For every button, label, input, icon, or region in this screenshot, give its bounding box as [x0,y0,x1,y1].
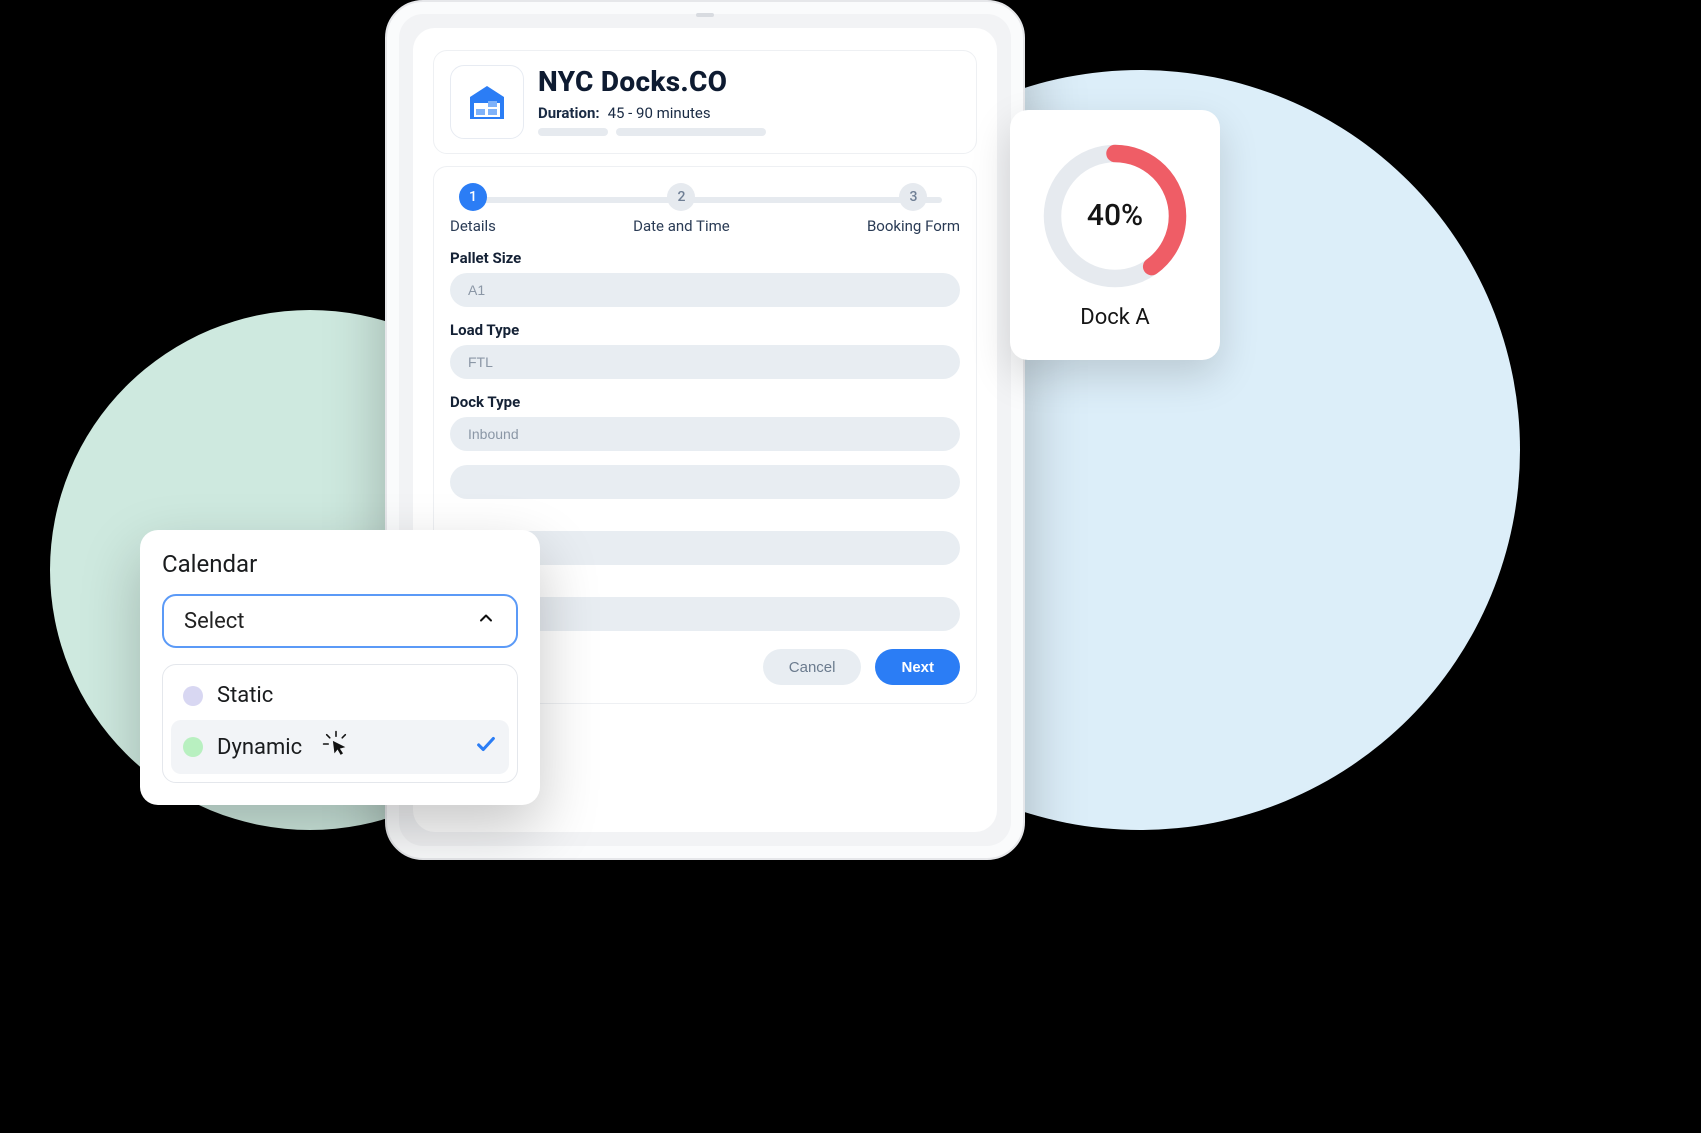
calendar-option-dynamic[interactable]: Dynamic [171,720,509,774]
cursor-click-icon [322,730,350,764]
option-label: Dynamic [217,735,302,760]
placeholder-bar [538,128,608,136]
step-number: 2 [667,183,695,211]
step-label: Booking Form [867,217,960,235]
placeholder-input [450,465,960,499]
step-number: 3 [899,183,927,211]
step-booking-form[interactable]: 3 Booking Form [867,183,960,235]
gauge-card: 40% Dock A [1010,110,1220,360]
step-details[interactable]: 1 Details [450,183,496,235]
load-type-label: Load Type [450,321,960,339]
company-title: NYC Docks.CO [538,65,960,98]
dock-type-input[interactable] [450,417,960,451]
stage: NYC Docks.CO Duration: 45 - 90 minutes [0,0,1701,1133]
option-label: Static [217,683,273,708]
calendar-title: Calendar [162,550,518,578]
calendar-select[interactable]: Select [162,594,518,648]
pallet-size-input[interactable] [450,273,960,307]
duration-label: Duration: [538,104,600,122]
step-label: Date and Time [633,217,730,235]
gauge-label: Dock A [1080,305,1149,330]
dock-type-label: Dock Type [450,393,960,411]
color-swatch-icon [183,737,203,757]
next-button[interactable]: Next [875,649,960,685]
duration-value: 45 - 90 minutes [608,104,711,122]
check-icon [475,733,497,761]
cancel-button[interactable]: Cancel [763,649,862,685]
load-type-input[interactable] [450,345,960,379]
header-card: NYC Docks.CO Duration: 45 - 90 minutes [433,50,977,154]
warehouse-icon [450,65,524,139]
step-label: Details [450,217,496,235]
step-date-time[interactable]: 2 Date and Time [633,183,730,235]
placeholder-bar [616,128,766,136]
color-swatch-icon [183,686,203,706]
step-number: 1 [459,183,487,211]
stepper: 1 Details 2 Date and Time 3 Booking Form [450,183,960,235]
calendar-card: Calendar Select Static Dynamic [140,530,540,805]
calendar-option-static[interactable]: Static [171,673,509,718]
pallet-size-label: Pallet Size [450,249,960,267]
gauge-percent: 40% [1040,141,1190,291]
select-value: Select [184,609,244,634]
calendar-options: Static Dynamic [162,664,518,783]
chevron-up-icon [476,608,496,634]
tablet-camera [696,13,714,17]
gauge: 40% [1040,141,1190,291]
